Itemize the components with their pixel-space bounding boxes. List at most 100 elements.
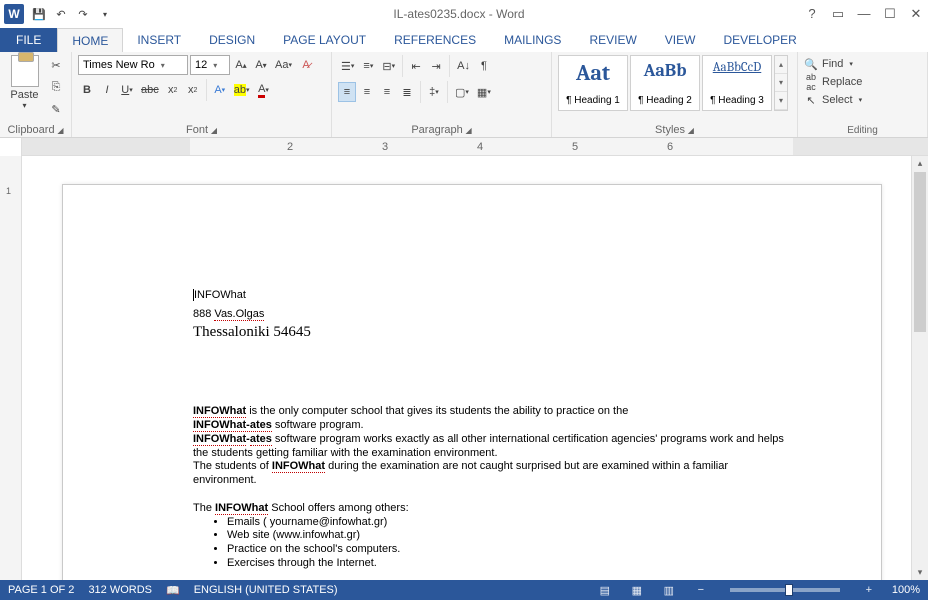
zoom-out-icon[interactable]: − xyxy=(692,584,710,596)
grow-font-icon[interactable]: A▴ xyxy=(232,55,250,75)
language-indicator[interactable]: ENGLISH (UNITED STATES) xyxy=(194,584,338,596)
zoom-slider-thumb[interactable] xyxy=(785,584,793,596)
tab-file[interactable]: FILE xyxy=(0,28,57,52)
sort-icon[interactable]: A↓ xyxy=(454,56,473,76)
tab-view[interactable]: VIEW xyxy=(651,28,710,52)
style-heading-3[interactable]: AaBbCcD ¶ Heading 3 xyxy=(702,55,772,111)
replace-button[interactable]: abacReplace xyxy=(804,73,921,91)
styles-group-label: Styles ◢ xyxy=(558,124,791,136)
shrink-font-icon[interactable]: A▾ xyxy=(252,55,270,75)
numbering-icon[interactable]: ≡▾ xyxy=(359,56,377,76)
justify-icon[interactable]: ≣ xyxy=(398,82,416,102)
zoom-in-icon[interactable]: + xyxy=(860,584,878,596)
font-color-icon[interactable]: A▾ xyxy=(255,80,273,100)
maximize-icon[interactable]: ☐ xyxy=(882,6,898,22)
window-title: IL-ates0235.docx - Word xyxy=(114,7,804,21)
superscript-button[interactable]: x2 xyxy=(184,80,202,100)
tab-page-layout[interactable]: PAGE LAYOUT xyxy=(269,28,380,52)
page: INFOWhat 888 Vas.Olgas Thessaloniki 5464… xyxy=(62,184,882,580)
shading-icon[interactable]: ▢▾ xyxy=(452,82,472,102)
clear-formatting-icon[interactable]: A̷ xyxy=(297,55,315,75)
window-controls: ? ▭ ― ☐ ✕ xyxy=(804,6,924,22)
scroll-down-icon[interactable]: ▾ xyxy=(912,565,928,580)
tab-insert[interactable]: INSERT xyxy=(123,28,195,52)
copy-icon[interactable]: ⎘ xyxy=(47,77,65,97)
strikethrough-button[interactable]: abc xyxy=(138,80,162,100)
scrollbar-thumb[interactable] xyxy=(914,172,926,332)
style-heading-1[interactable]: Aat ¶ Heading 1 xyxy=(558,55,628,111)
format-painter-icon[interactable]: ✎ xyxy=(47,99,65,119)
proofing-icon[interactable]: 📖 xyxy=(166,584,180,597)
ruler-tick: 5 xyxy=(572,141,578,153)
page-indicator[interactable]: PAGE 1 OF 2 xyxy=(8,584,74,596)
close-icon[interactable]: ✕ xyxy=(908,6,924,22)
para-1: INFOWhat is the only computer school tha… xyxy=(193,405,793,433)
ruler-tick: 4 xyxy=(477,141,483,153)
document-content[interactable]: INFOWhat 888 Vas.Olgas Thessaloniki 5464… xyxy=(193,285,793,571)
align-left-icon[interactable]: ≡ xyxy=(338,82,356,102)
align-right-icon[interactable]: ≡ xyxy=(378,82,396,102)
text-effects-icon[interactable]: A▾ xyxy=(211,80,229,100)
style-heading-2[interactable]: AaBb ¶ Heading 2 xyxy=(630,55,700,111)
tab-references[interactable]: REFERENCES xyxy=(380,28,490,52)
horizontal-ruler-area: 1 2 3 4 5 6 7 xyxy=(0,138,928,156)
qat-customize-icon[interactable]: ▾ xyxy=(96,5,114,23)
save-icon[interactable]: 💾 xyxy=(30,5,48,23)
tab-design[interactable]: DESIGN xyxy=(195,28,269,52)
borders-icon[interactable]: ▦▾ xyxy=(474,82,494,102)
find-button[interactable]: 🔍Find▾ xyxy=(804,55,921,73)
print-layout-view-icon[interactable]: ▤ xyxy=(596,584,614,597)
vertical-scrollbar[interactable]: ▴ ▾ xyxy=(911,156,928,580)
help-icon[interactable]: ? xyxy=(804,6,820,22)
para-2: INFOWhat-ates software program works exa… xyxy=(193,433,793,461)
word-count[interactable]: 312 WORDS xyxy=(88,584,152,596)
underline-button[interactable]: U▾ xyxy=(118,80,136,100)
multilevel-list-icon[interactable]: ⊟▾ xyxy=(379,56,398,76)
word-app-icon: W xyxy=(4,4,24,24)
font-size-combo[interactable]: 12▾ xyxy=(190,55,230,75)
read-mode-view-icon[interactable]: ▦ xyxy=(628,584,646,597)
document-area: 1 INFOWhat 888 Vas.Olgas Thessaloniki 54… xyxy=(0,156,928,580)
paste-button[interactable]: Paste ▾ xyxy=(6,55,43,110)
scroll-up-icon[interactable]: ▴ xyxy=(912,156,928,171)
group-styles: Aat ¶ Heading 1 AaBb ¶ Heading 2 AaBbCcD… xyxy=(552,52,798,137)
zoom-slider[interactable] xyxy=(730,588,840,592)
align-center-icon[interactable]: ≡ xyxy=(358,82,376,102)
tab-mailings[interactable]: MAILINGS xyxy=(490,28,575,52)
separator xyxy=(420,81,421,103)
vertical-ruler[interactable]: 1 xyxy=(0,156,22,580)
document-scroll[interactable]: INFOWhat 888 Vas.Olgas Thessaloniki 5464… xyxy=(22,156,928,580)
zoom-level[interactable]: 100% xyxy=(892,584,920,596)
bullet-list: Emails ( yourname@infowhat.gr) Web site … xyxy=(227,516,793,571)
font-name-combo[interactable]: Times New Ro▾ xyxy=(78,55,188,75)
tab-developer[interactable]: DEVELOPER xyxy=(709,28,810,52)
decrease-indent-icon[interactable]: ⇤ xyxy=(407,56,425,76)
ribbon-display-icon[interactable]: ▭ xyxy=(830,6,846,22)
quick-access-toolbar: 💾 ↶ ↷ ▾ xyxy=(30,5,114,23)
change-case-icon[interactable]: Aa▾ xyxy=(272,55,295,75)
tab-home[interactable]: HOME xyxy=(57,28,123,52)
web-layout-view-icon[interactable]: ▥ xyxy=(660,584,678,597)
ruler-tick: 3 xyxy=(382,141,388,153)
minimize-icon[interactable]: ― xyxy=(856,6,872,22)
redo-icon[interactable]: ↷ xyxy=(74,5,92,23)
list-item: Emails ( yourname@infowhat.gr) xyxy=(227,516,793,530)
header-line-3: Thessaloniki 54645 xyxy=(193,323,793,342)
bold-button[interactable]: B xyxy=(78,80,96,100)
line-spacing-icon[interactable]: ‡▾ xyxy=(425,82,443,102)
cut-icon[interactable]: ✂ xyxy=(47,55,65,75)
undo-icon[interactable]: ↶ xyxy=(52,5,70,23)
styles-scroll[interactable]: ▴▾▾ xyxy=(774,55,788,111)
increase-indent-icon[interactable]: ⇥ xyxy=(427,56,445,76)
show-marks-icon[interactable]: ¶ xyxy=(475,56,493,76)
bullets-icon[interactable]: ☰▾ xyxy=(338,56,357,76)
separator xyxy=(447,81,448,103)
highlight-icon[interactable]: ab▾ xyxy=(231,80,253,100)
horizontal-ruler[interactable]: 1 2 3 4 5 6 7 xyxy=(22,138,928,156)
separator xyxy=(206,79,207,101)
tab-review[interactable]: REVIEW xyxy=(575,28,650,52)
subscript-button[interactable]: x2 xyxy=(164,80,182,100)
italic-button[interactable]: I xyxy=(98,80,116,100)
style-sample-text: AaBb xyxy=(644,60,687,81)
select-button[interactable]: ↖Select▾ xyxy=(804,91,921,109)
